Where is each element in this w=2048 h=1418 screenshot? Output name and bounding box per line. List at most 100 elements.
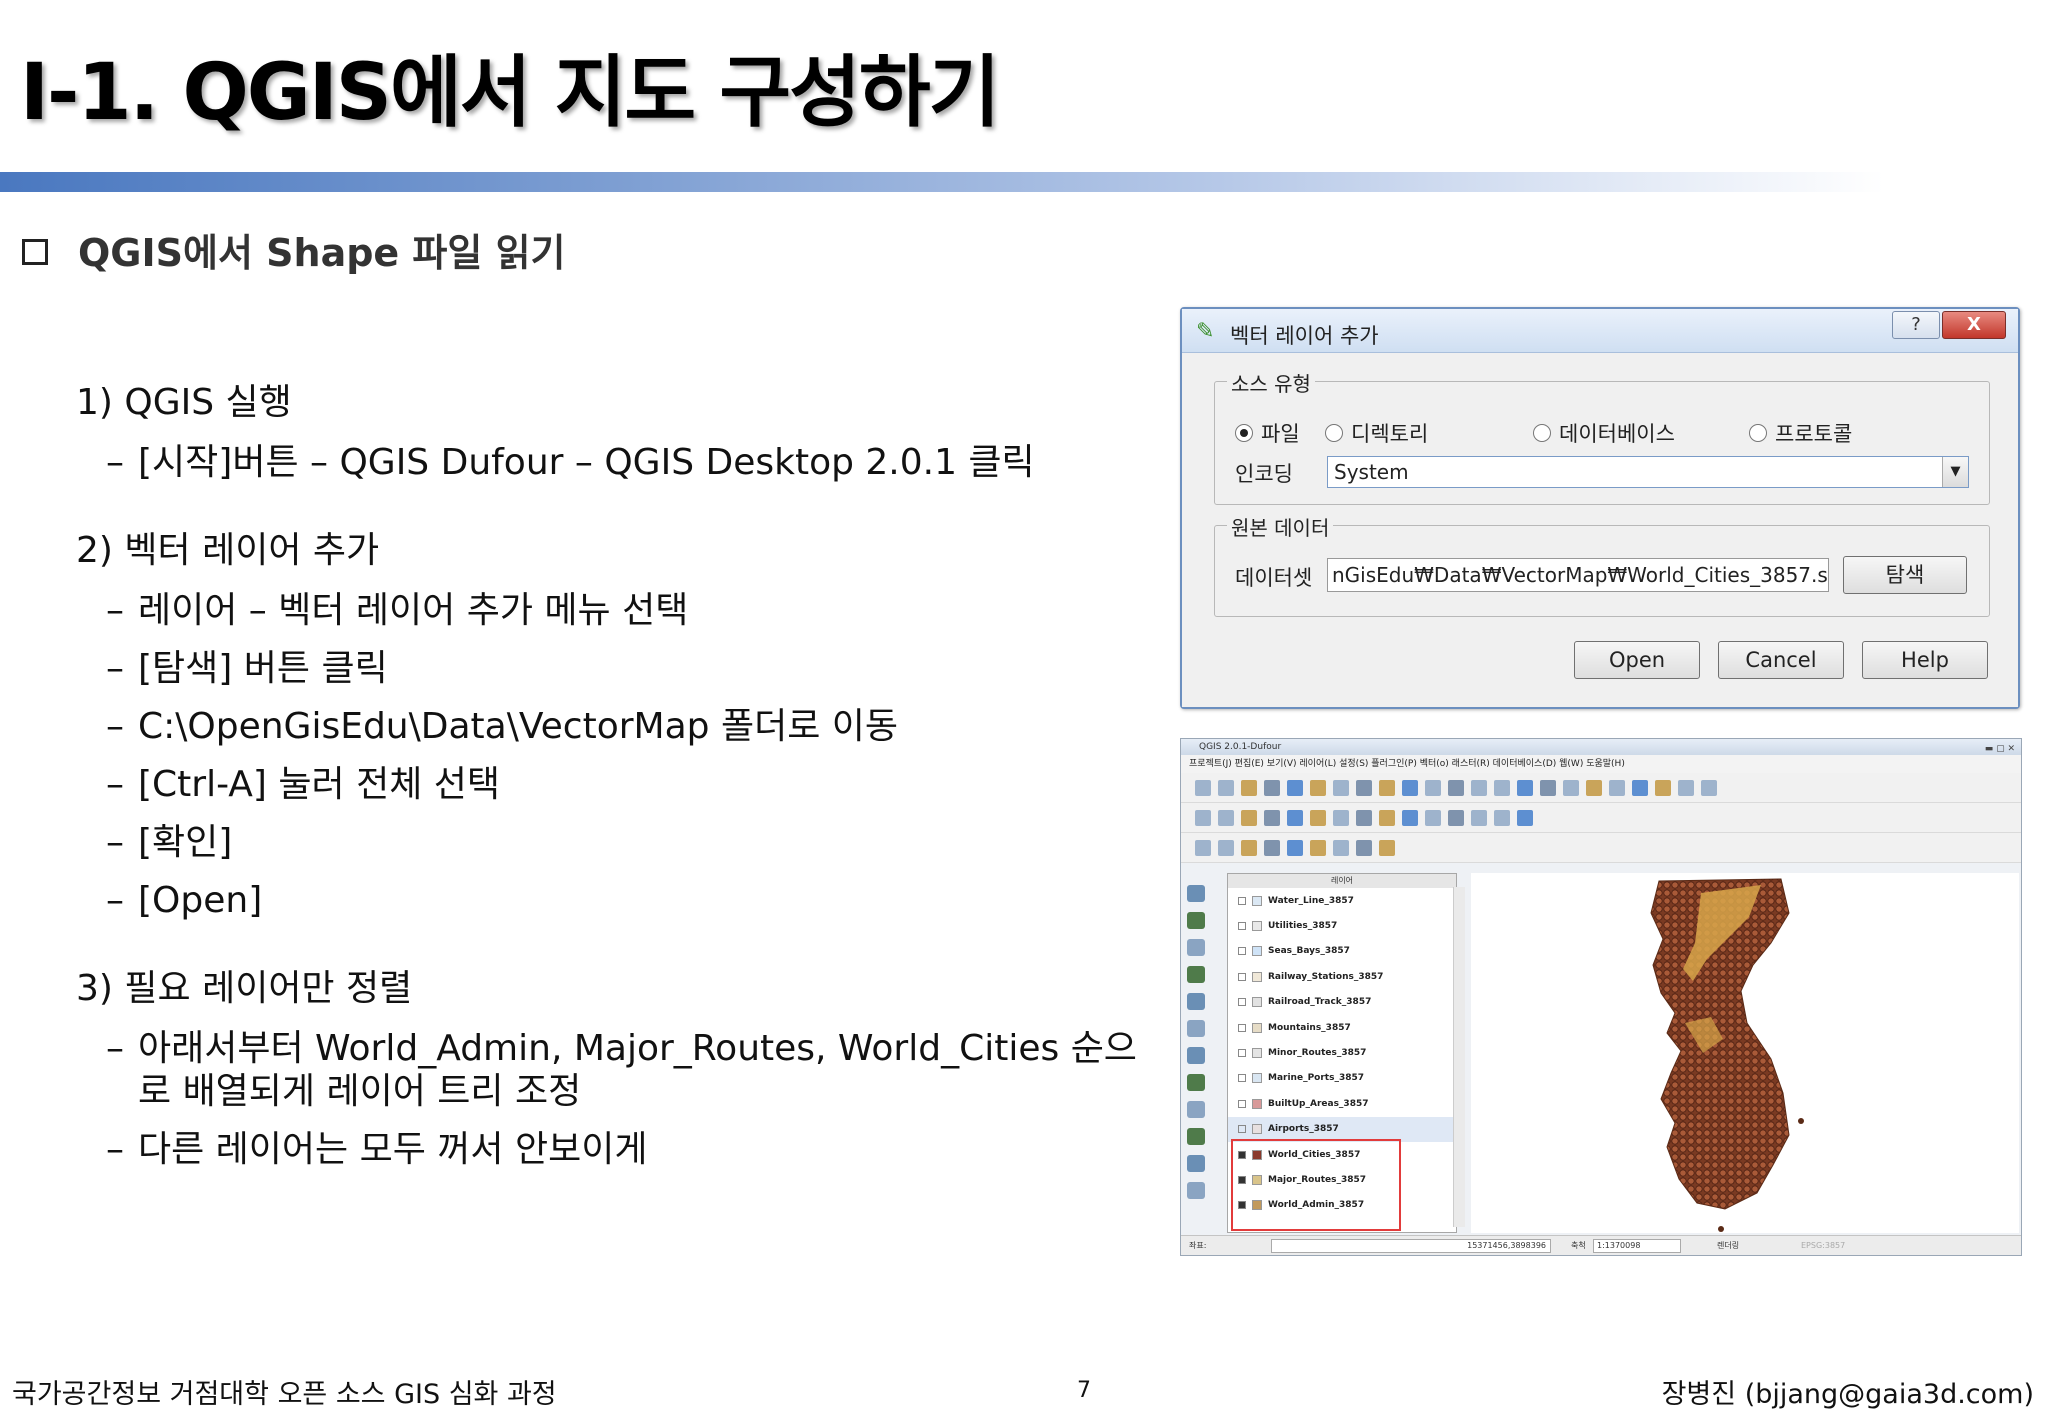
map-canvas[interactable] bbox=[1471, 873, 2019, 1233]
open-button[interactable]: Open bbox=[1574, 641, 1700, 679]
deselect-icon[interactable] bbox=[1609, 779, 1625, 796]
add-wms-layer-icon[interactable] bbox=[1187, 1020, 1205, 1037]
identify-icon[interactable] bbox=[1563, 779, 1579, 796]
qgis-titlebar: QGIS 2.0.1-Dufour ▬ ▢ ✕ bbox=[1181, 739, 2021, 755]
render-checkbox-label[interactable]: 렌더링 bbox=[1717, 1236, 1739, 1255]
new-project-icon[interactable] bbox=[1195, 779, 1211, 796]
zoom-out-icon[interactable] bbox=[1402, 779, 1418, 796]
change-label-icon[interactable] bbox=[1494, 809, 1510, 826]
zoom-last-icon[interactable] bbox=[1494, 779, 1510, 796]
steps-list: 1) QGIS 실행 – [시작]버튼 – QGIS Dufour – QGIS … bbox=[76, 380, 1166, 1215]
add-feature-icon[interactable] bbox=[1264, 809, 1280, 826]
zoom-selection-icon[interactable] bbox=[1471, 779, 1487, 796]
layer-row[interactable]: BuiltUp_Areas_3857 bbox=[1228, 1091, 1456, 1116]
layer-row[interactable]: Seas_Bays_3857 bbox=[1228, 939, 1456, 964]
rotate-icon[interactable] bbox=[1471, 809, 1487, 826]
add-spatialite-icon[interactable] bbox=[1264, 839, 1280, 856]
add-raster-layer-icon[interactable] bbox=[1187, 912, 1205, 929]
copy-icon[interactable] bbox=[1379, 809, 1395, 826]
add-gpx-icon[interactable] bbox=[1187, 1128, 1205, 1145]
layer-row[interactable]: Marine_Ports_3857 bbox=[1228, 1066, 1456, 1091]
radio-empty-icon bbox=[1325, 424, 1343, 442]
node-tool-icon[interactable] bbox=[1310, 809, 1326, 826]
qgis-menubar[interactable]: 프로젝트(J) 편집(E) 보기(V) 레이어(L) 설정(S) 플러그인(P)… bbox=[1181, 755, 2021, 773]
step-item: – 다른 레이어는 모두 꺼서 안보이게 bbox=[106, 1129, 648, 1170]
qgis-statusbar: 좌표: 15371456,3898396 축척 1:1370098 렌더링 EP… bbox=[1181, 1235, 2021, 1255]
save-as-icon[interactable] bbox=[1264, 779, 1280, 796]
hand-icon[interactable] bbox=[1356, 779, 1372, 796]
new-shapefile-icon[interactable] bbox=[1187, 1155, 1205, 1172]
radio-protocol[interactable]: 프로토콜 bbox=[1749, 418, 1852, 448]
new-spatialite-icon[interactable] bbox=[1187, 1182, 1205, 1199]
source-type-group: 소스 유형 파일 디렉토리 데이터베이스 프로토콜 인코딩 System ▼ bbox=[1214, 368, 1990, 505]
add-postgis-icon[interactable] bbox=[1241, 839, 1257, 856]
move-feature-icon[interactable] bbox=[1287, 809, 1303, 826]
refresh-icon[interactable] bbox=[1540, 779, 1556, 796]
add-wfs-icon[interactable] bbox=[1379, 839, 1395, 856]
chevron-down-icon[interactable]: ▼ bbox=[1942, 457, 1968, 487]
add-delimited-text-icon[interactable] bbox=[1187, 1101, 1205, 1118]
add-vector-layer-icon[interactable] bbox=[1187, 885, 1205, 902]
pin-icon[interactable] bbox=[1448, 809, 1464, 826]
add-wms-icon[interactable] bbox=[1333, 839, 1349, 856]
cut-icon[interactable] bbox=[1356, 809, 1372, 826]
coordinate-field[interactable]: 15371456,3898396 bbox=[1271, 1239, 1551, 1253]
layer-row[interactable]: Minor_Routes_3857 bbox=[1228, 1040, 1456, 1065]
vector-layer-icon: ✎ bbox=[1196, 319, 1215, 344]
zoom-full-icon[interactable] bbox=[1425, 779, 1441, 796]
pan-icon[interactable] bbox=[1333, 779, 1349, 796]
step-item: – [시작]버튼 – QGIS Dufour – QGIS Desktop 2.0… bbox=[106, 442, 1035, 483]
add-oracle-icon[interactable] bbox=[1310, 839, 1326, 856]
dialog-title: 벡터 레이어 추가 bbox=[1230, 324, 1379, 348]
step-2: 2) 벡터 레이어 추가 – 레이어 – 벡터 레이어 추가 메뉴 선택 – [탐색… bbox=[76, 528, 1166, 922]
label-icon[interactable] bbox=[1678, 779, 1694, 796]
radio-database[interactable]: 데이터베이스 bbox=[1533, 418, 1749, 448]
add-raster-icon[interactable] bbox=[1218, 839, 1234, 856]
open-project-icon[interactable] bbox=[1218, 779, 1234, 796]
add-wcs-layer-icon[interactable] bbox=[1187, 1047, 1205, 1064]
save-edits-icon[interactable] bbox=[1241, 809, 1257, 826]
add-wcs-icon[interactable] bbox=[1356, 839, 1372, 856]
save-icon[interactable] bbox=[1241, 779, 1257, 796]
help-text-button[interactable]: Help bbox=[1862, 641, 1988, 679]
measure-icon[interactable] bbox=[1655, 779, 1671, 796]
layer-row[interactable]: Mountains_3857 bbox=[1228, 1015, 1456, 1040]
zoom-in-icon[interactable] bbox=[1379, 779, 1395, 796]
close-button[interactable]: X bbox=[1942, 311, 2006, 339]
radio-directory[interactable]: 디렉토리 bbox=[1325, 418, 1533, 448]
help-button[interactable]: ? bbox=[1892, 311, 1940, 339]
add-postgis-layer-icon[interactable] bbox=[1187, 939, 1205, 956]
edit-pencil-icon[interactable] bbox=[1195, 809, 1211, 826]
digitize-icon[interactable] bbox=[1218, 809, 1234, 826]
encoding-select[interactable]: System ▼ bbox=[1327, 456, 1969, 488]
add-wfs-layer-icon[interactable] bbox=[1187, 1074, 1205, 1091]
layer-row[interactable]: Water_Line_3857 bbox=[1228, 888, 1456, 913]
attribute-table-icon[interactable] bbox=[1632, 779, 1648, 796]
add-mssql-icon[interactable] bbox=[1287, 839, 1303, 856]
layer-row[interactable]: Utilities_3857 bbox=[1228, 913, 1456, 938]
add-spatialite-layer-icon[interactable] bbox=[1187, 966, 1205, 983]
cancel-button[interactable]: Cancel bbox=[1718, 641, 1844, 679]
dataset-field[interactable]: nGisEdu₩Data₩VectorMap₩World_Cities_3857… bbox=[1327, 558, 1829, 592]
layers-scrollbar[interactable] bbox=[1453, 887, 1465, 1227]
window-controls-icon[interactable]: ▬ ▢ ✕ bbox=[1985, 741, 2015, 757]
browse-button[interactable]: 탐색 bbox=[1843, 556, 1967, 594]
crs-status[interactable]: EPSG:3857 bbox=[1801, 1236, 1845, 1255]
select-icon[interactable] bbox=[1586, 779, 1602, 796]
step-item: – C:\OpenGisEdu\Data\VectorMap 폴더로 이동 bbox=[106, 706, 899, 747]
print-icon[interactable] bbox=[1287, 779, 1303, 796]
composer-icon[interactable] bbox=[1310, 779, 1326, 796]
python-icon[interactable] bbox=[1517, 809, 1533, 826]
delete-icon[interactable] bbox=[1333, 809, 1349, 826]
tips-icon[interactable] bbox=[1701, 779, 1717, 796]
add-vector-icon[interactable] bbox=[1195, 839, 1211, 856]
scale-field[interactable]: 1:1370098 bbox=[1593, 1239, 1681, 1253]
add-mssql-layer-icon[interactable] bbox=[1187, 993, 1205, 1010]
label-tool-icon[interactable] bbox=[1425, 809, 1441, 826]
zoom-layer-icon[interactable] bbox=[1448, 779, 1464, 796]
zoom-next-icon[interactable] bbox=[1517, 779, 1533, 796]
paste-icon[interactable] bbox=[1402, 809, 1418, 826]
radio-file[interactable]: 파일 bbox=[1235, 418, 1325, 448]
layer-row[interactable]: Railroad_Track_3857 bbox=[1228, 990, 1456, 1015]
layer-row[interactable]: Railway_Stations_3857 bbox=[1228, 964, 1456, 989]
